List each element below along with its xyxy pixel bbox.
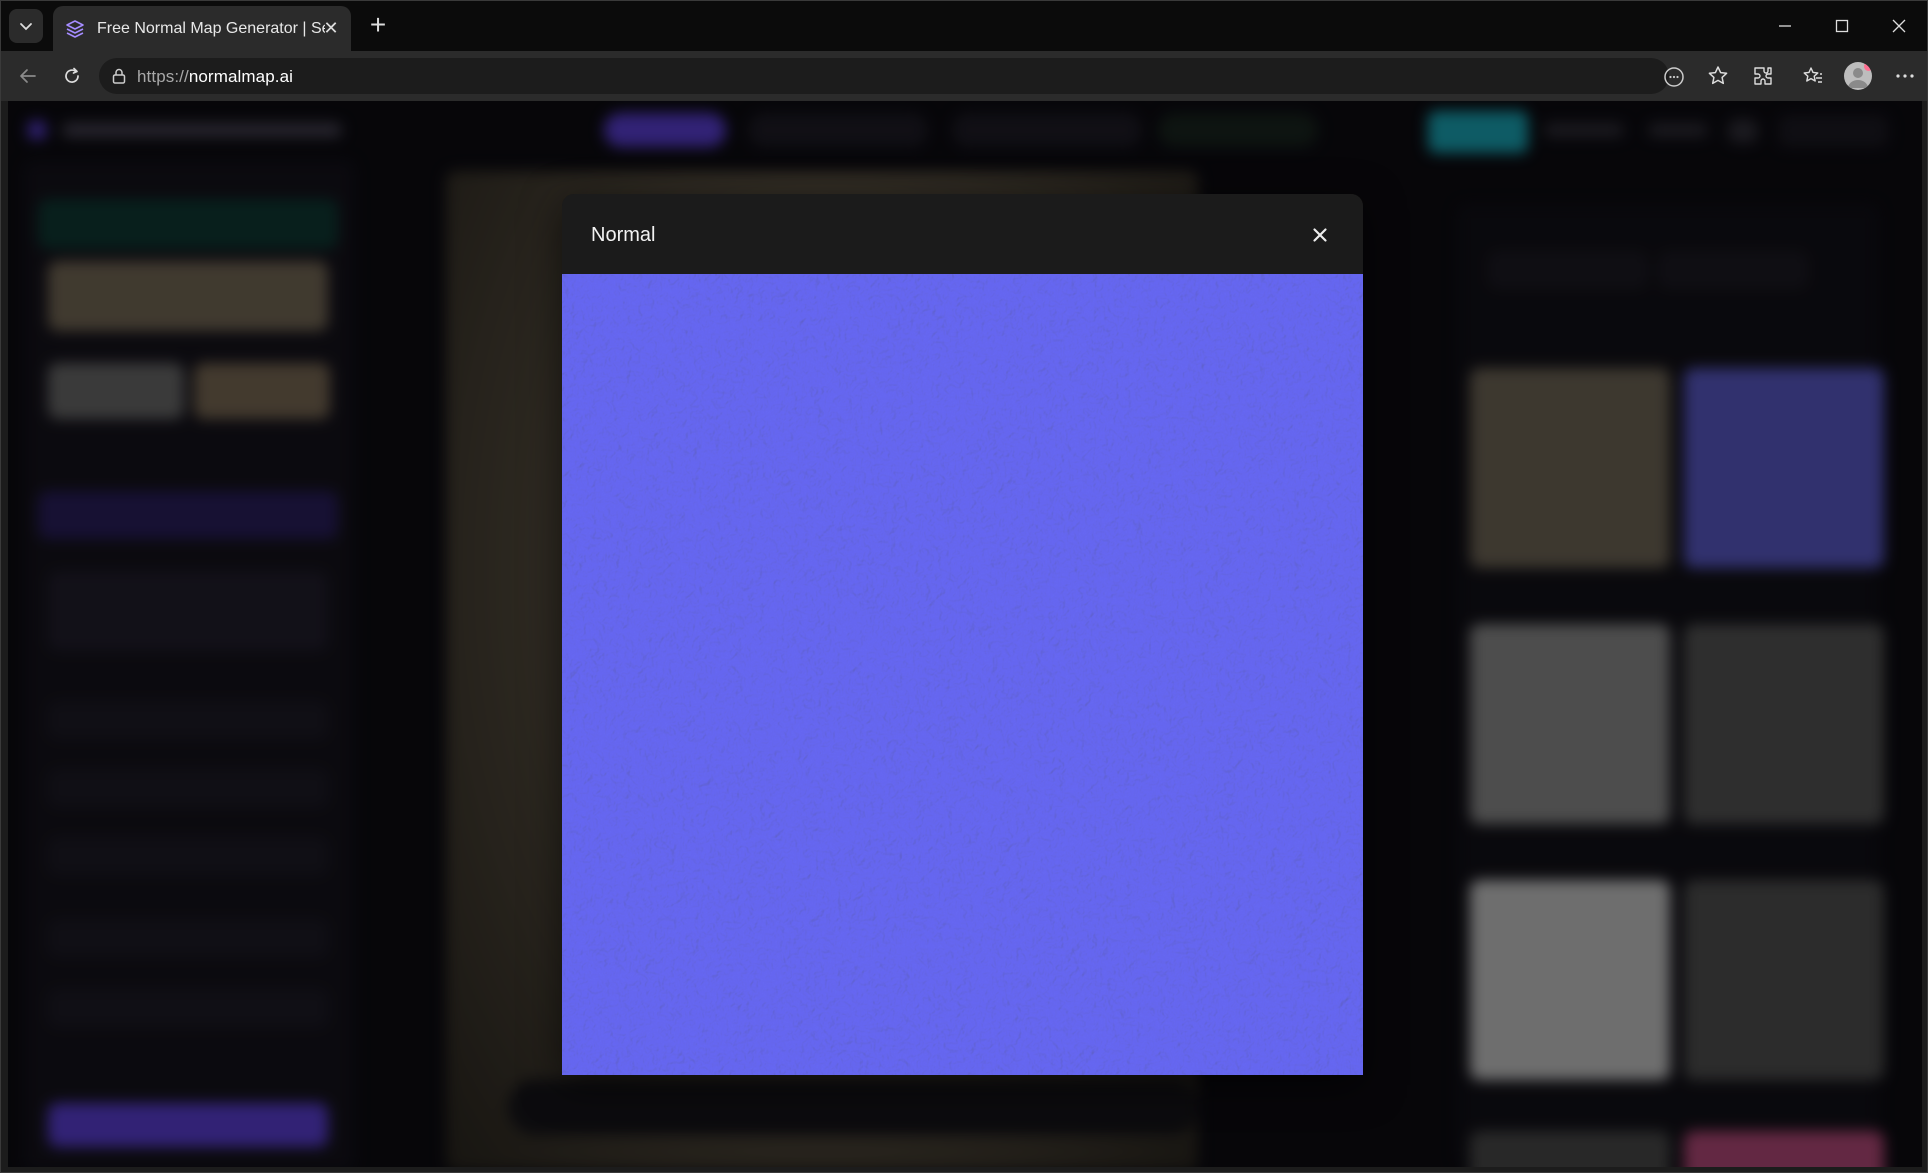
back-icon <box>20 69 36 83</box>
favorite-button[interactable] <box>1705 63 1731 89</box>
more-icon <box>1896 74 1914 78</box>
url-text[interactable]: https://normalmap.ai <box>137 67 293 87</box>
active-tab[interactable]: Free Normal Map Generator | Search ✕ <box>53 6 351 51</box>
modal-header: Normal <box>562 194 1363 274</box>
address-bar[interactable]: https://normalmap.ai <box>99 58 1684 94</box>
modal-title: Normal <box>591 224 656 246</box>
normal-map-modal: Normal <box>562 194 1363 1075</box>
close-window-button[interactable] <box>1879 11 1919 41</box>
more-button[interactable] <box>1892 63 1918 89</box>
star-icon <box>1708 66 1728 85</box>
chevron-down-icon <box>20 23 32 31</box>
normal-map-image <box>562 274 1363 1075</box>
maximize-button[interactable] <box>1822 11 1862 41</box>
reload-icon <box>65 67 79 83</box>
tab-bar: Free Normal Map Generator | Search ✕ + <box>1 1 1927 51</box>
reader-mode-button[interactable] <box>1663 66 1685 88</box>
avatar[interactable] <box>1844 62 1872 90</box>
new-tab-button[interactable]: + <box>363 11 393 41</box>
modal-close-button[interactable] <box>1305 220 1335 250</box>
tab-list-button[interactable] <box>9 9 43 43</box>
close-icon <box>1892 19 1906 33</box>
maximize-icon <box>1835 19 1849 33</box>
browser-window: Free Normal Map Generator | Search ✕ + h… <box>0 0 1928 1173</box>
close-icon[interactable]: ✕ <box>321 18 341 38</box>
tab-title: Free Normal Map Generator | Search <box>97 19 325 37</box>
lock-icon <box>112 68 126 84</box>
favorites-icon <box>1803 67 1822 83</box>
extensions-icon <box>1754 67 1772 85</box>
back-button[interactable] <box>13 61 43 91</box>
minimize-button[interactable] <box>1765 11 1805 41</box>
reload-button[interactable] <box>57 61 87 91</box>
favorites-button[interactable] <box>1800 63 1826 89</box>
browser-toolbar: https://normalmap.ai <box>1 51 1927 101</box>
reader-icon <box>1664 67 1684 87</box>
avatar-icon <box>1848 68 1868 88</box>
plus-icon: + <box>369 9 387 40</box>
layers-icon <box>66 19 84 38</box>
extensions-button[interactable] <box>1750 63 1776 89</box>
close-icon <box>1313 228 1327 242</box>
minimize-icon <box>1779 25 1791 27</box>
